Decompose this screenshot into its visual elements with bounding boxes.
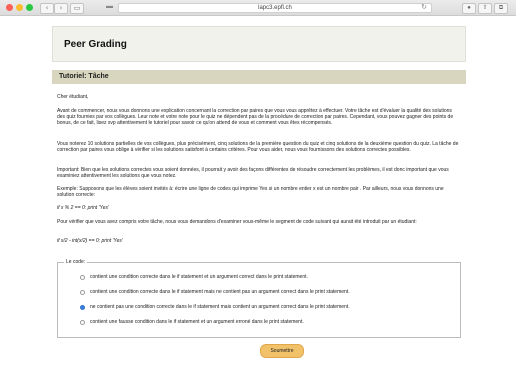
- sidebar-icon[interactable]: ▭: [70, 3, 84, 14]
- instructions-paragraph: Vous noterez 10 solutions partielles de …: [57, 141, 459, 153]
- answer-radio-1[interactable]: [80, 275, 85, 280]
- tabs-icon[interactable]: ⧉: [494, 3, 508, 14]
- close-window-button[interactable]: [6, 4, 13, 11]
- share-icon[interactable]: ⇧: [478, 3, 492, 14]
- lock-icon: ▬: [106, 3, 113, 10]
- section-title: Tutoriel: Tâche: [59, 73, 109, 80]
- shield-icon[interactable]: ●: [462, 3, 476, 14]
- page-content: Peer Grading Tutoriel: Tâche Cher étudia…: [52, 26, 466, 358]
- browser-titlebar: ‹ › ▭ ▬ lapc3.epfl.ch ↻ ● ⇧ ⧉: [0, 0, 516, 16]
- student-code-sample: if x/2 - int(x/2) == 0: print 'Yes': [57, 238, 123, 244]
- zoom-window-button[interactable]: [26, 4, 33, 11]
- url-text: lapc3.epfl.ch: [258, 5, 292, 11]
- important-paragraph: Important: Bien que les solutions correc…: [57, 167, 449, 179]
- greeting-text: Cher étudiant,: [57, 94, 89, 100]
- correct-code-sample: if x % 2 == 0: print 'Yes': [57, 205, 109, 211]
- answer-radio-4[interactable]: [80, 320, 85, 325]
- submit-button[interactable]: Soumettre: [260, 344, 304, 358]
- minimize-window-button[interactable]: [16, 4, 23, 11]
- answer-fieldset: Le code: contient une condition correcte…: [57, 259, 461, 338]
- page-header: Peer Grading: [52, 26, 466, 62]
- page-title: Peer Grading: [64, 39, 127, 50]
- answer-option-2[interactable]: contient une condition correcte dans le …: [90, 289, 350, 295]
- intro-paragraph: Avant de commencer, nous vous donnons un…: [57, 108, 454, 126]
- answer-radio-3[interactable]: [80, 305, 85, 310]
- browser-window: ‹ › ▭ ▬ lapc3.epfl.ch ↻ ● ⇧ ⧉ Peer Gradi…: [0, 0, 516, 389]
- chevron-right-icon[interactable]: ›: [54, 3, 68, 14]
- answer-option-1[interactable]: contient une condition correcte dans le …: [90, 274, 308, 280]
- answer-option-4[interactable]: contient une fausse condition dans le if…: [90, 319, 304, 325]
- chevron-left-icon[interactable]: ‹: [40, 3, 54, 14]
- answer-option-3[interactable]: ne contient pas une condition correcte d…: [90, 304, 350, 310]
- address-bar[interactable]: lapc3.epfl.ch ↻: [118, 3, 432, 13]
- task-paragraph: Pour vérifier que vous avez compris votr…: [57, 219, 417, 225]
- example-paragraph: Exemple: Supposons que les élèves soient…: [57, 186, 444, 198]
- answer-radio-2[interactable]: [80, 290, 85, 295]
- fieldset-legend: Le code:: [64, 259, 88, 265]
- reload-icon[interactable]: ↻: [421, 4, 427, 12]
- section-header: Tutoriel: Tâche: [52, 70, 466, 84]
